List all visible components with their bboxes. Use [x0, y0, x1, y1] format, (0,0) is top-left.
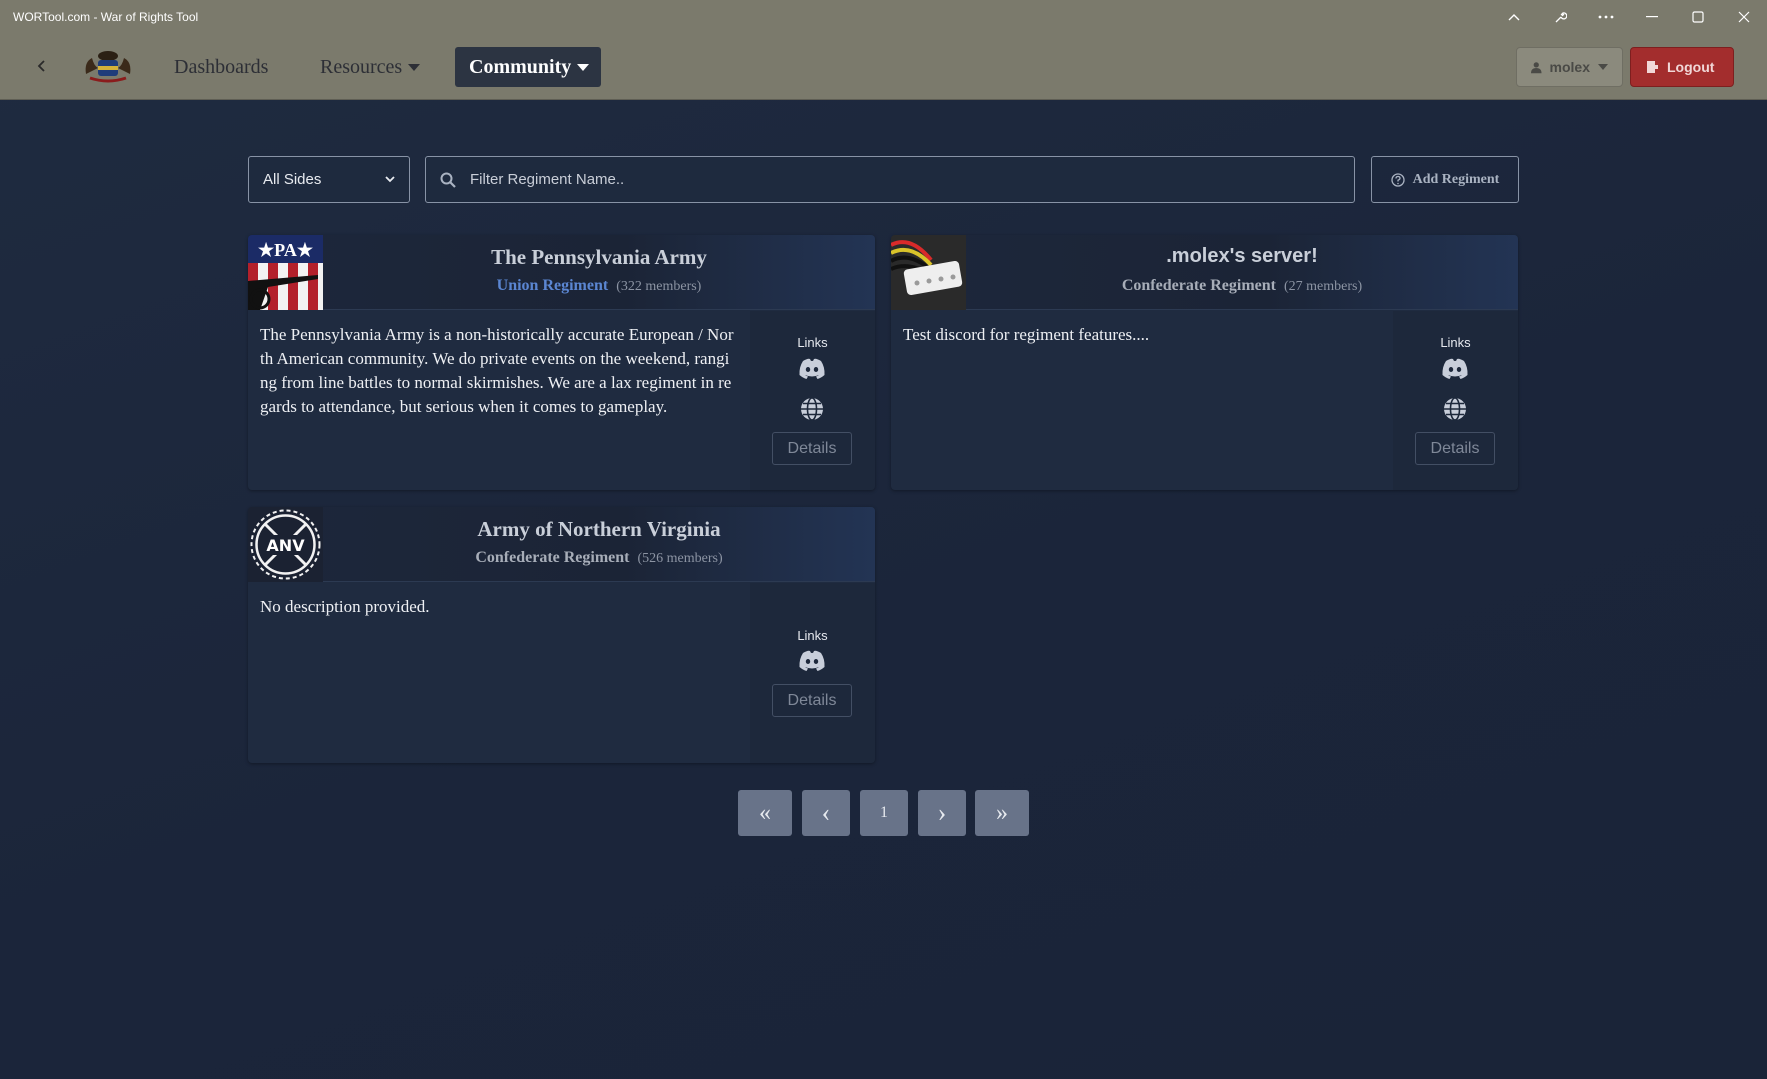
nav-resources-label: Resources [320, 55, 403, 78]
details-button[interactable]: Details [772, 684, 852, 717]
pagination-prev-button[interactable]: ‹ [802, 790, 850, 836]
regiment-subtitle: Confederate Regiment (27 members) [966, 277, 1518, 295]
add-regiment-label: Add Regiment [1412, 171, 1500, 187]
links-label: Links [797, 335, 828, 350]
regiment-side: Confederate Regiment [475, 549, 630, 566]
regiment-members: (322 members) [616, 279, 702, 294]
regiment-links-panel: Links Details [750, 583, 875, 763]
user-name: molex [1549, 59, 1590, 75]
regiment-description: The Pennsylvania Army is a non-historica… [260, 325, 734, 416]
close-icon[interactable] [1721, 0, 1767, 34]
nav-community-dropdown[interactable]: Community [455, 47, 601, 87]
globe-icon[interactable] [1441, 395, 1469, 423]
maximize-icon[interactable] [1675, 0, 1721, 34]
regiment-image: ★PA★ [248, 235, 323, 310]
discord-icon[interactable] [798, 647, 826, 675]
regiment-side: Confederate Regiment [1121, 277, 1276, 294]
add-regiment-button[interactable]: Add Regiment [1371, 156, 1519, 203]
chevron-down-icon [385, 176, 395, 183]
regiment-card: ANV Army of Northern Virginia Confederat… [248, 507, 875, 763]
side-filter-value: All Sides [263, 171, 322, 188]
user-menu-button[interactable]: molex [1516, 47, 1623, 87]
logout-icon [1647, 61, 1658, 73]
nav-community-label: Community [469, 55, 572, 78]
regiment-description: No description provided. [260, 597, 430, 616]
window-controls [1491, 0, 1767, 34]
pagination-first-button[interactable]: « [738, 790, 792, 836]
regiment-description: Test discord for regiment features.... [903, 325, 1150, 344]
caret-down-icon [577, 63, 590, 71]
nav-dashboards-label: Dashboards [174, 55, 269, 78]
main-navbar: Dashboards Resources Community molex Log… [0, 34, 1767, 100]
more-icon[interactable] [1583, 0, 1629, 34]
globe-icon[interactable] [798, 395, 826, 423]
regiment-image: ANV [248, 507, 323, 582]
regiment-name[interactable]: The Pennsylvania Army [323, 245, 875, 270]
search-icon [440, 172, 456, 188]
regiment-subtitle: Union Regiment (322 members) [323, 277, 875, 295]
wrench-icon[interactable] [1537, 0, 1583, 34]
window-titlebar: WORTool.com - War of Rights Tool [0, 0, 1767, 34]
regiment-links-panel: Links Details [750, 311, 875, 490]
details-button[interactable]: Details [772, 432, 852, 465]
nav-dashboards[interactable]: Dashboards [160, 47, 282, 87]
site-logo[interactable] [80, 48, 136, 84]
links-label: Links [797, 628, 828, 643]
regiment-image-text: ★PA★ [258, 240, 314, 260]
discord-icon[interactable] [1441, 355, 1469, 383]
regiment-members: (526 members) [637, 551, 723, 566]
regiment-image [891, 235, 966, 310]
regiment-name[interactable]: .molex's server! [966, 245, 1518, 268]
question-circle-icon [1390, 172, 1405, 187]
pagination-page-1[interactable]: 1 [860, 790, 908, 836]
regiment-card-header: .molex's server! Confederate Regiment (2… [891, 235, 1518, 310]
links-label: Links [1440, 335, 1471, 350]
discord-icon[interactable] [798, 355, 826, 383]
pagination-next-button[interactable]: › [918, 790, 966, 836]
regiment-card-header: ★PA★ The Pennsylvania Army Union Regimen… [248, 235, 875, 310]
window-title: WORTool.com - War of Rights Tool [13, 10, 199, 24]
regiment-card: .molex's server! Confederate Regiment (2… [891, 235, 1518, 490]
regiment-subtitle: Confederate Regiment (526 members) [323, 549, 875, 567]
regiment-name[interactable]: Army of Northern Virginia [323, 517, 875, 542]
regiment-search-input[interactable] [470, 171, 1330, 188]
nav-resources-dropdown[interactable]: Resources [306, 47, 434, 87]
side-filter-select[interactable]: All Sides [248, 156, 410, 203]
regiment-image-text: ANV [266, 536, 305, 555]
caret-down-icon [1598, 64, 1608, 70]
details-button[interactable]: Details [1415, 432, 1495, 465]
back-arrow-icon[interactable] [30, 54, 54, 78]
regiment-side: Union Regiment [496, 277, 609, 294]
minimize-icon[interactable] [1629, 0, 1675, 34]
logout-button[interactable]: Logout [1630, 47, 1734, 87]
regiment-card: ★PA★ The Pennsylvania Army Union Regimen… [248, 235, 875, 490]
regiment-search-box[interactable] [425, 156, 1355, 203]
user-icon [1531, 61, 1542, 73]
logout-label: Logout [1667, 59, 1715, 75]
collapse-icon[interactable] [1491, 0, 1537, 34]
pagination-last-button[interactable]: » [975, 790, 1029, 836]
regiment-card-header: ANV Army of Northern Virginia Confederat… [248, 507, 875, 582]
regiment-links-panel: Links Details [1393, 311, 1518, 490]
caret-down-icon [408, 63, 421, 71]
regiment-members: (27 members) [1284, 279, 1363, 294]
